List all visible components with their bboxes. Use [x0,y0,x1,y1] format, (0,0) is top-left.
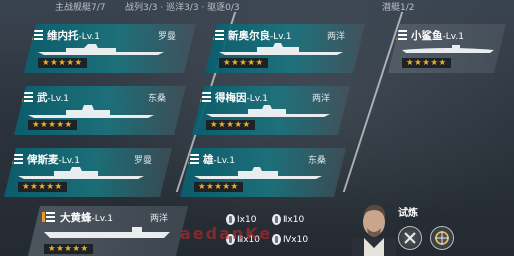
main-fleet-count: 主战舰艇7/7 [55,3,106,13]
ship-name: 武-Lv.1 [37,92,69,104]
flag-icon [42,212,56,222]
ship-card-bismarck[interactable]: 俾斯麦-Lv.1 罗曼 ★★★★★ [4,148,172,197]
star-rating: ★★★★★ [402,58,451,68]
ship-name: 俾斯麦-Lv.1 [27,154,80,166]
star-rating: ★★★★★ [38,58,87,68]
skill-anchor-icon[interactable] [398,226,422,250]
star-rating: ★★★★★ [44,244,93,254]
battleship-icon [16,166,146,180]
ship-card-des-moines[interactable]: 得梅因-Lv.1 两洋 ★★★★★ [192,86,350,135]
commander-portrait[interactable] [352,198,396,256]
ship-nation: 东桑 [307,156,326,166]
watermark: aedanKe [180,224,273,243]
ship-name: 新奥尔良-Lv.1 [228,30,292,42]
ship-name: 大黄蜂-Lv.1 [60,212,113,224]
cruiser-icon [204,104,332,118]
star-rating: ★★★★★ [28,120,77,130]
ship-card-hornet[interactable]: 大黄蜂-Lv.1 两洋 ★★★★★ [28,206,188,256]
weapon-slot-2[interactable]: Ⅱx10 [272,214,304,225]
torpedo-icon [272,234,281,245]
ship-nation: 罗曼 [133,156,152,166]
cruiser-icon [217,42,345,56]
battleship-icon [36,42,166,56]
ship-name: 得梅因-Lv.1 [215,92,268,104]
submarine-card-shark[interactable]: 小鲨鱼-Lv.1 ★★★★★ [388,24,506,73]
ship-name: 雄-Lv.1 [203,154,235,166]
star-rating: ★★★★★ [219,58,268,68]
bomb-icon [272,214,281,225]
submarine-icon [400,42,496,54]
ship-nation: 东桑 [147,94,166,104]
ship-card-takao[interactable]: 雄-Lv.1 东桑 ★★★★★ [180,148,346,197]
ship-nation: 两洋 [311,94,330,104]
carrier-icon [42,226,172,240]
battleship-icon [26,104,156,120]
star-rating: ★★★★★ [206,120,255,130]
ship-nation: 两洋 [326,32,345,42]
weapon-slot-4[interactable]: Ⅳx10 [272,234,308,245]
ship-nation: 罗曼 [157,32,176,42]
ship-nation: 两洋 [149,214,168,224]
ship-card-vittorio-veneto[interactable]: 维内托-Lv.1 罗曼 ★★★★★ [24,24,196,73]
ship-name: 维内托-Lv.1 [47,30,100,42]
star-rating: ★★★★★ [194,182,243,192]
ship-card-musashi[interactable]: 武-Lv.1 东桑 ★★★★★ [14,86,186,135]
cruiser-icon [192,166,324,180]
submarine-count: 潜艇1/2 [382,3,415,13]
ship-name: 小鲨鱼-Lv.1 [411,30,464,42]
star-rating: ★★★★★ [18,182,67,192]
commander-label: 试炼 [398,208,418,219]
skill-target-icon[interactable] [430,226,454,250]
fleet-breakdown: 战列3/3 · 巡洋3/3 · 驱逐0/3 [125,3,240,13]
ship-card-new-orleans[interactable]: 新奥尔良-Lv.1 两洋 ★★★★★ [205,24,365,73]
